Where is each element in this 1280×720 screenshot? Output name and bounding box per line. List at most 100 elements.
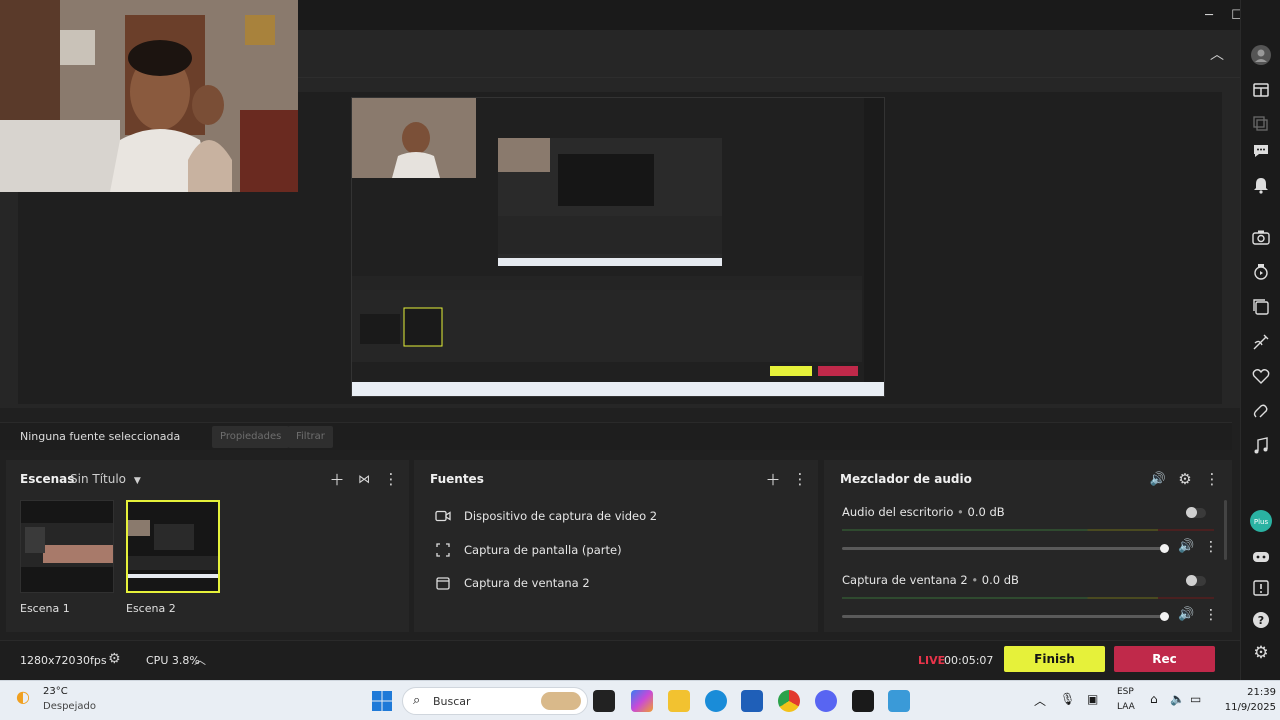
tray-chevron-icon[interactable]: ︿ xyxy=(1034,692,1046,709)
speaker-icon[interactable]: 🔊 xyxy=(1149,470,1167,488)
heart-icon[interactable] xyxy=(1251,366,1271,386)
edge-icon[interactable] xyxy=(705,690,727,712)
streaming-app-icon[interactable] xyxy=(852,690,874,712)
webcam-image xyxy=(0,0,298,192)
scene-thumbnail-1[interactable] xyxy=(20,500,114,593)
volume-icon[interactable]: 🔊 xyxy=(1178,607,1194,622)
scene-collection-selector[interactable]: Sin Título ▼ xyxy=(70,472,141,486)
weather-desc[interactable]: Despejado xyxy=(43,701,96,712)
search-highlight-image xyxy=(541,692,581,710)
alert-icon[interactable] xyxy=(1251,578,1271,598)
sources-panel: Fuentes ＋ ⋮ Dispositivo de captura de vi… xyxy=(414,460,818,632)
copilot-icon[interactable] xyxy=(631,690,653,712)
fps-text: 30fps xyxy=(76,654,107,667)
volume-slider[interactable] xyxy=(842,615,1168,618)
source-item[interactable]: Captura de pantalla (parte) xyxy=(434,539,622,561)
taskbar-search[interactable]: ⌕ Buscar xyxy=(402,687,588,715)
music-icon[interactable] xyxy=(1251,436,1271,456)
language-bottom[interactable]: LAA xyxy=(1117,702,1135,712)
status-bar: 1280x720 30fps ⚙ CPU 3.8% ︿ LIVE 00:05:0… xyxy=(0,640,1240,680)
cpu-text: CPU 3.8% xyxy=(146,654,200,667)
copy-icon xyxy=(1251,114,1271,134)
display-icon[interactable]: ▣ xyxy=(1087,692,1098,706)
streaming-app: ─ ☐ ✕ ︿ xyxy=(0,0,1280,680)
gamepad-icon[interactable] xyxy=(1251,546,1271,566)
help-icon[interactable]: ? xyxy=(1251,610,1271,630)
chrome-icon[interactable] xyxy=(778,690,800,712)
clips-icon[interactable] xyxy=(1251,297,1271,317)
clock-time[interactable]: 21:39 xyxy=(1228,687,1276,698)
taskbar: ◐ 23°C Despejado ⌕ Buscar ︿ 🎙 ▣ ESP LAA … xyxy=(0,680,1280,720)
add-source-icon[interactable]: ＋ xyxy=(764,470,782,489)
chevron-up-icon[interactable]: ︿ xyxy=(194,651,206,668)
discord-icon[interactable] xyxy=(815,690,837,712)
store-icon[interactable] xyxy=(741,690,763,712)
volume-slider[interactable] xyxy=(842,547,1168,550)
live-timer: 00:05:07 xyxy=(944,654,994,667)
audio-meter xyxy=(842,597,1214,599)
language-top[interactable]: ESP xyxy=(1117,687,1134,697)
channel-level: 0.0 dB xyxy=(981,573,1019,587)
svg-text:?: ? xyxy=(1258,614,1264,627)
source-item[interactable]: Dispositivo de captura de video 2 xyxy=(434,505,657,527)
svg-text:Plus: Plus xyxy=(1254,518,1269,526)
scenes-title: Escenas xyxy=(20,472,75,486)
windows-start-icon[interactable] xyxy=(371,690,393,712)
properties-button[interactable]: Propiedades xyxy=(212,426,290,448)
plus-badge-icon[interactable]: Plus xyxy=(1250,510,1272,532)
scene-2-preview xyxy=(128,502,218,591)
mixer-scrollbar[interactable] xyxy=(1224,500,1227,560)
source-item[interactable]: Captura de ventana 2 xyxy=(434,572,590,594)
draw-icon[interactable] xyxy=(1251,332,1271,352)
chevron-down-icon: ▼ xyxy=(133,476,141,486)
volume-knob[interactable] xyxy=(1160,544,1169,553)
microphone-icon[interactable]: 🎙 xyxy=(1060,692,1075,706)
replay-icon[interactable] xyxy=(1251,262,1271,282)
channel-toggle[interactable] xyxy=(1186,507,1206,518)
channel-more-icon[interactable]: ⋮ xyxy=(1204,539,1218,555)
channel-toggle[interactable] xyxy=(1186,575,1206,586)
network-icon[interactable]: ⌂ xyxy=(1150,692,1158,706)
filter-button[interactable]: Filtrar xyxy=(288,426,333,448)
clock-date[interactable]: 11/9/2025 xyxy=(1212,702,1276,713)
window-capture-preview xyxy=(351,97,885,397)
mixer-channel: Audio del escritorio • 0.0 dB 🔊 ⋮ xyxy=(842,505,1218,565)
channel-more-icon[interactable]: ⋮ xyxy=(1204,607,1218,623)
volume-knob[interactable] xyxy=(1160,612,1169,621)
mixer-more-icon[interactable]: ⋮ xyxy=(1203,470,1221,488)
file-explorer-icon[interactable] xyxy=(668,690,690,712)
transition-icon[interactable]: ⋈ xyxy=(355,470,373,488)
settings-icon[interactable]: ⚙ xyxy=(1251,643,1271,663)
avatar[interactable] xyxy=(1251,45,1271,65)
weather-temp[interactable]: 23°C xyxy=(43,686,68,697)
volume-icon[interactable]: 🔊 xyxy=(1178,539,1194,554)
source-label: Captura de pantalla (parte) xyxy=(464,543,622,557)
link-icon[interactable] xyxy=(1251,402,1271,422)
volume-tray-icon[interactable]: 🔈 xyxy=(1170,692,1185,706)
chevron-up-icon[interactable]: ︿ xyxy=(1210,44,1224,64)
weather-icon[interactable]: ◐ xyxy=(16,687,30,706)
source-label: Dispositivo de captura de video 2 xyxy=(464,509,658,523)
scene-thumbnail-2[interactable] xyxy=(126,500,220,593)
add-scene-icon[interactable]: ＋ xyxy=(328,470,346,489)
layout-icon[interactable] xyxy=(1251,80,1271,100)
chat-icon[interactable] xyxy=(1251,141,1271,161)
app-icon[interactable] xyxy=(888,690,910,712)
audio-meter xyxy=(842,529,1214,531)
rec-button[interactable]: Rec xyxy=(1114,646,1215,672)
gear-icon[interactable]: ⚙ xyxy=(1176,470,1194,488)
task-view-icon[interactable] xyxy=(593,690,615,712)
scene-1-preview xyxy=(21,501,113,592)
no-source-selected-label: Ninguna fuente seleccionada xyxy=(20,430,181,443)
battery-icon[interactable]: ▭ xyxy=(1190,692,1201,706)
scenes-more-icon[interactable]: ⋮ xyxy=(382,470,400,488)
minimize-icon[interactable]: ─ xyxy=(1198,4,1220,26)
search-placeholder: Buscar xyxy=(433,695,471,708)
sources-more-icon[interactable]: ⋮ xyxy=(791,470,809,488)
scene-collection-name: Sin Título xyxy=(70,472,127,486)
camera-icon[interactable] xyxy=(1251,227,1271,247)
settings-gear-icon[interactable]: ⚙ xyxy=(108,651,121,667)
bell-icon[interactable] xyxy=(1251,175,1271,195)
window-icon xyxy=(434,576,452,590)
finish-button[interactable]: Finish xyxy=(1004,646,1105,672)
